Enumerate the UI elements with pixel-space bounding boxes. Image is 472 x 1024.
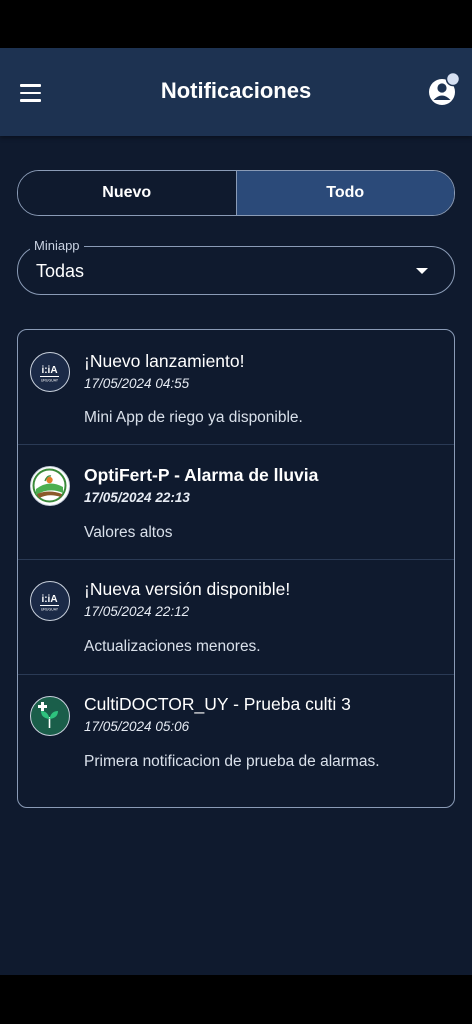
notification-item[interactable]: OptiFert-P - Alarma de lluvia 17/05/2024…: [18, 445, 454, 560]
notification-message: Actualizaciones menores.: [84, 638, 261, 655]
notification-title: CultiDOCTOR_UY - Prueba culti 3: [84, 694, 351, 714]
notification-message: Valores altos: [84, 524, 173, 541]
notification-title: OptiFert-P - Alarma de lluvia: [84, 465, 319, 485]
user-profile-icon[interactable]: [426, 70, 466, 110]
notification-date: 17/05/2024 22:13: [84, 490, 190, 505]
notification-item[interactable]: i:iA URUGUAY ¡Nuevo lanzamiento! 17/05/2…: [18, 330, 454, 445]
status-bar: [0, 0, 472, 48]
miniapp-select[interactable]: Miniapp Todas: [17, 237, 455, 295]
notification-date: 17/05/2024 22:12: [84, 604, 190, 619]
tab-todo[interactable]: Todo: [236, 171, 454, 215]
svg-text:URUGUAY: URUGUAY: [41, 608, 59, 612]
svg-text:i:iA: i:iA: [41, 365, 57, 376]
notification-list: i:iA URUGUAY ¡Nuevo lanzamiento! 17/05/2…: [17, 329, 455, 808]
miniapp-select-label: Miniapp: [30, 237, 84, 255]
navigation-bar: [0, 975, 472, 1024]
svg-text:URUGUAY: URUGUAY: [41, 379, 59, 383]
notification-item[interactable]: CultiDOCTOR_UY - Prueba culti 3 17/05/20…: [18, 675, 454, 807]
app-header: Notificaciones: [0, 48, 472, 136]
svg-text:i:iA: i:iA: [41, 594, 57, 605]
inia-uruguay-logo-icon: i:iA URUGUAY: [30, 581, 70, 621]
notification-message: Mini App de riego ya disponible.: [84, 409, 303, 426]
notification-item[interactable]: i:iA URUGUAY ¡Nueva versión disponible! …: [18, 560, 454, 675]
notification-message: Primera notificacion de prueba de alarma…: [84, 753, 380, 770]
optifert-logo-icon: [30, 466, 70, 506]
notification-filter-tabs: Nuevo Todo: [17, 170, 455, 216]
tab-nuevo[interactable]: Nuevo: [18, 171, 237, 215]
inia-uruguay-logo-icon: i:iA URUGUAY: [30, 352, 70, 392]
notification-title: ¡Nueva versión disponible!: [84, 579, 291, 599]
notification-date: 17/05/2024 04:55: [84, 376, 190, 391]
dropdown-arrow-icon: [416, 268, 428, 274]
notification-date: 17/05/2024 05:06: [84, 719, 190, 734]
cultidoctor-logo-icon: [30, 696, 70, 736]
page-title: Notificaciones: [160, 78, 312, 103]
notification-title: ¡Nuevo lanzamiento!: [84, 351, 245, 371]
miniapp-select-value: Todas: [36, 261, 85, 281]
